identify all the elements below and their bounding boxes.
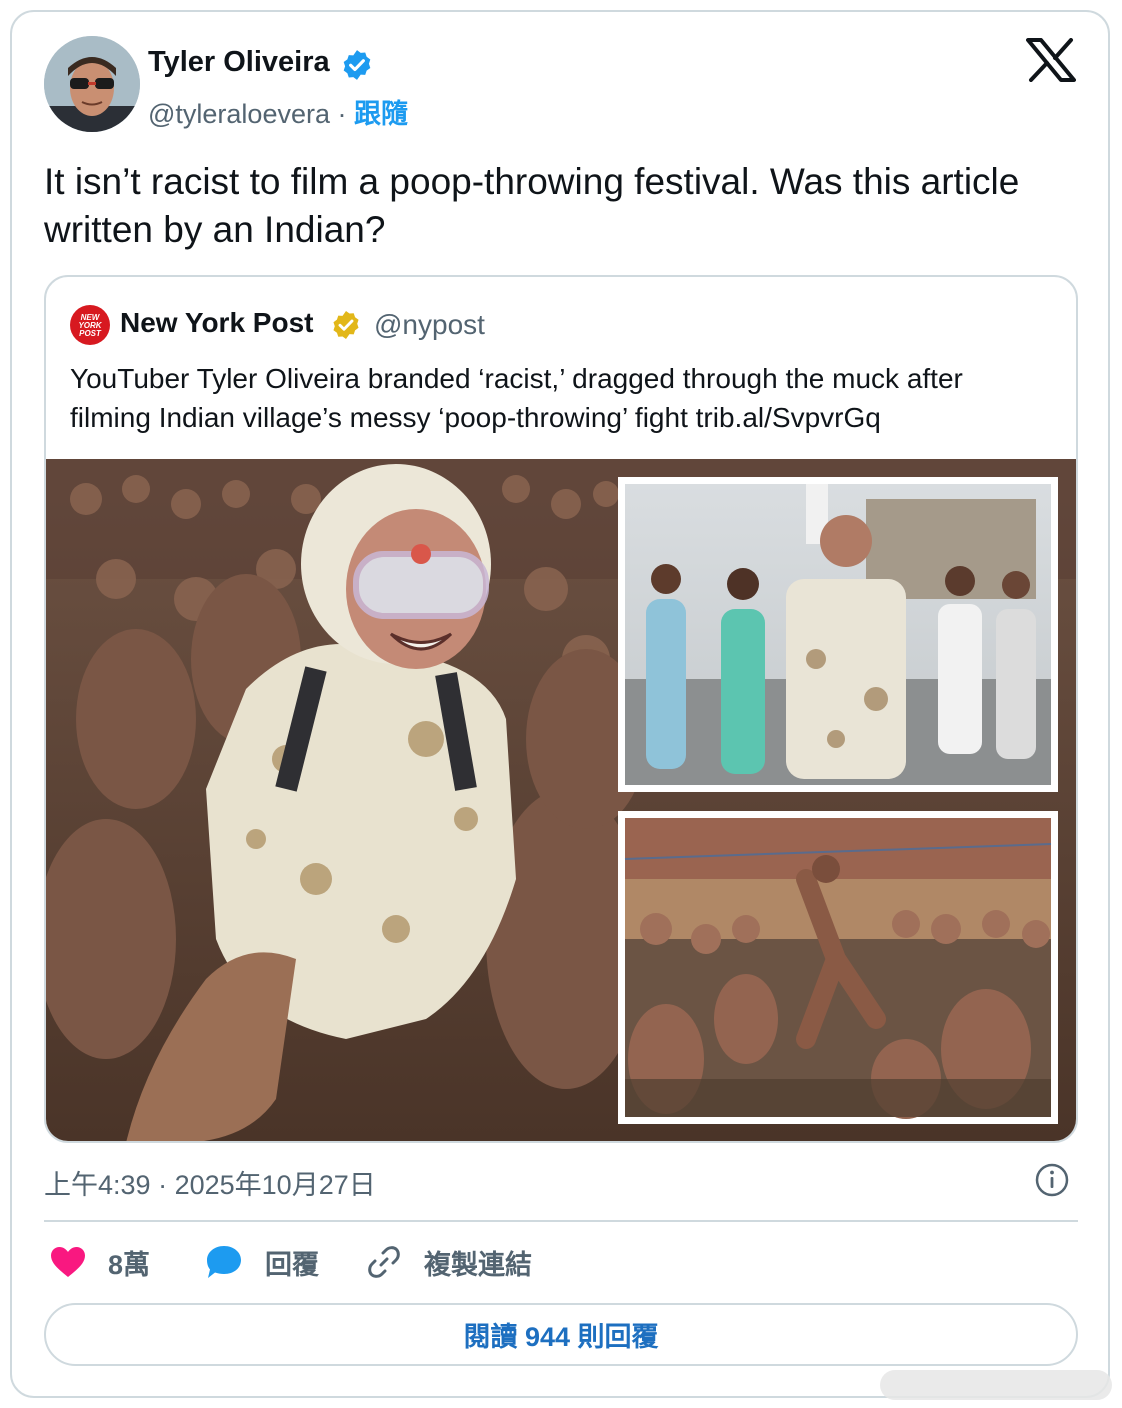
tweet-date: 2025年10月27日 bbox=[174, 1170, 376, 1200]
quote-author-name[interactable]: New York Post bbox=[120, 307, 313, 339]
like-count: 8萬 bbox=[108, 1249, 151, 1280]
watermark-overlay bbox=[880, 1370, 1112, 1400]
tweet-time: 上午4:39 bbox=[44, 1170, 151, 1200]
reply-label: 回覆 bbox=[265, 1249, 319, 1280]
reply-bubble-icon bbox=[207, 1246, 241, 1278]
timestamp[interactable]: 上午4:39 · 2025年10月27日 bbox=[44, 1163, 376, 1202]
copy-link-button[interactable]: 複製連結 bbox=[366, 1240, 532, 1284]
author-name[interactable]: Tyler Oliveira bbox=[148, 46, 330, 79]
handle-row: @tyleraloevera · 跟隨 bbox=[148, 92, 408, 131]
quote-author-handle[interactable]: @nypost bbox=[374, 309, 485, 341]
verified-badge-icon bbox=[343, 50, 371, 80]
follow-button[interactable]: 跟隨 bbox=[354, 99, 408, 129]
link-icon bbox=[368, 1246, 400, 1278]
like-button[interactable]: 8萬 bbox=[50, 1240, 150, 1284]
heart-icon bbox=[51, 1247, 85, 1277]
copy-link-label: 複製連結 bbox=[424, 1249, 532, 1280]
author-avatar[interactable] bbox=[44, 36, 140, 132]
info-icon[interactable] bbox=[1034, 1162, 1070, 1198]
nypost-logo-icon: NEW YORK POST bbox=[70, 305, 110, 345]
meta-separator: · bbox=[158, 1170, 168, 1200]
separator: · bbox=[337, 99, 347, 129]
gold-verified-icon bbox=[333, 311, 359, 339]
tweet-text: It isn’t racist to film a poop-throwing … bbox=[44, 161, 1020, 250]
quote-media-image[interactable] bbox=[46, 459, 1076, 1141]
reply-button[interactable]: 回覆 bbox=[205, 1240, 319, 1284]
quoted-tweet[interactable]: NEW YORK POST New York Post @nypost YouTub… bbox=[44, 275, 1078, 1143]
author-handle[interactable]: @tyleraloevera bbox=[148, 99, 330, 129]
read-replies-button[interactable]: 閱讀 944 則回覆 bbox=[44, 1303, 1078, 1366]
x-logo-icon[interactable] bbox=[1026, 38, 1076, 82]
quote-text: YouTuber Tyler Oliveira branded ‘racist,… bbox=[70, 363, 963, 433]
divider bbox=[44, 1220, 1078, 1222]
